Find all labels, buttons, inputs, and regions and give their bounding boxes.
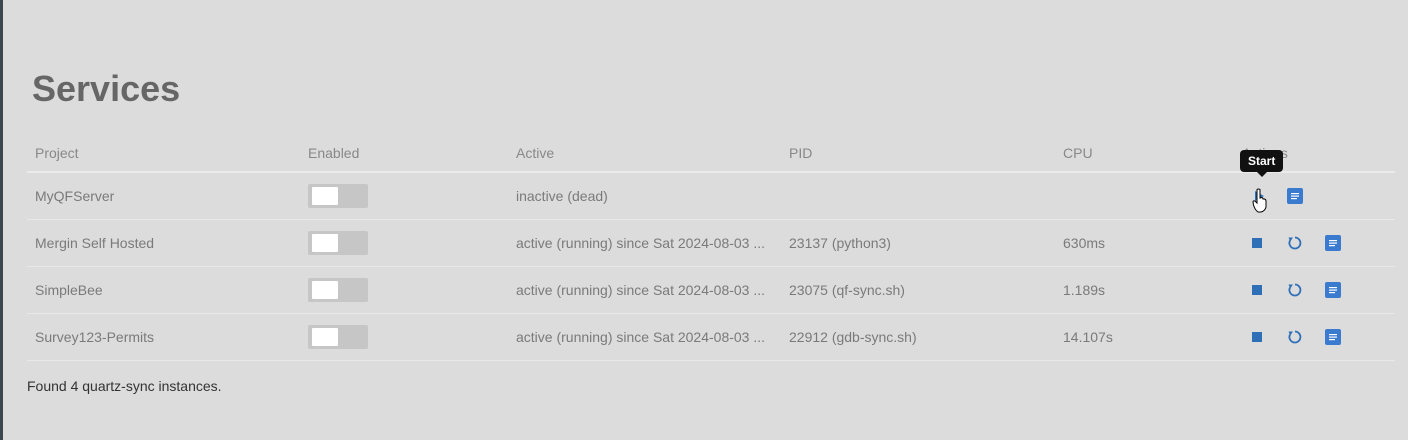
toggle-knob (312, 328, 338, 346)
instance-count-text: Found 4 quartz-sync instances. (27, 378, 222, 394)
pid-value: 23075 (qf-sync.sh) (789, 282, 905, 298)
services-table: Project Enabled Active PID CPU Actions M… (27, 137, 1395, 361)
stop-icon (1252, 238, 1262, 248)
enabled-toggle[interactable] (308, 231, 368, 255)
restart-icon (1288, 236, 1302, 250)
restart-button[interactable] (1287, 235, 1303, 251)
table-row: SimpleBee active (running) since Sat 202… (27, 267, 1395, 314)
table-row: MyQFServer inactive (dead) (27, 173, 1395, 220)
stop-icon (1252, 285, 1262, 295)
start-tooltip: Start (1240, 150, 1284, 177)
header-pid: PID (789, 145, 813, 161)
header-active: Active (516, 145, 555, 161)
header-enabled: Enabled (308, 145, 360, 161)
toggle-knob (312, 281, 338, 299)
table-row: Survey123-Permits active (running) since… (27, 314, 1395, 361)
stop-button[interactable] (1249, 329, 1265, 345)
active-status: active (running) since Sat 2024-08-03 ..… (516, 329, 766, 345)
active-status: active (running) since Sat 2024-08-03 ..… (516, 282, 766, 298)
cpu-value: 14.107s (1063, 329, 1113, 345)
logs-button[interactable] (1325, 282, 1341, 298)
logs-button[interactable] (1287, 188, 1303, 204)
pid-value: 23137 (python3) (789, 235, 891, 251)
enabled-toggle[interactable] (308, 278, 368, 302)
active-status: active (running) since Sat 2024-08-03 ..… (516, 235, 766, 251)
hand-cursor-icon (1252, 188, 1267, 213)
cpu-value: 630ms (1063, 235, 1106, 251)
cpu-value: 1.189s (1063, 282, 1106, 298)
header-cpu: CPU (1063, 145, 1093, 161)
toggle-knob (312, 187, 338, 205)
enabled-toggle[interactable] (308, 325, 368, 349)
restart-button[interactable] (1287, 329, 1303, 345)
enabled-toggle[interactable] (308, 184, 368, 208)
active-status: inactive (dead) (516, 188, 608, 204)
project-name: SimpleBee (35, 282, 103, 298)
table-header: Project Enabled Active PID CPU Actions (27, 137, 1395, 173)
log-icon (1325, 235, 1341, 251)
log-icon (1325, 329, 1341, 345)
restart-icon (1288, 283, 1302, 297)
stop-button[interactable] (1249, 282, 1265, 298)
project-name: Mergin Self Hosted (35, 235, 155, 251)
toggle-knob (312, 234, 338, 252)
header-project: Project (35, 145, 79, 161)
page-title: Services (32, 68, 181, 109)
project-name: MyQFServer (35, 188, 115, 204)
window-edge (0, 0, 3, 440)
restart-icon (1288, 330, 1302, 344)
log-icon (1287, 188, 1303, 204)
project-name: Survey123-Permits (35, 329, 155, 345)
logs-button[interactable] (1325, 329, 1341, 345)
stop-button[interactable] (1249, 235, 1265, 251)
restart-button[interactable] (1287, 282, 1303, 298)
pid-value: 22912 (gdb-sync.sh) (789, 329, 917, 345)
logs-button[interactable] (1325, 235, 1341, 251)
stop-icon (1252, 332, 1262, 342)
log-icon (1325, 282, 1341, 298)
table-row: Mergin Self Hosted active (running) sinc… (27, 220, 1395, 267)
